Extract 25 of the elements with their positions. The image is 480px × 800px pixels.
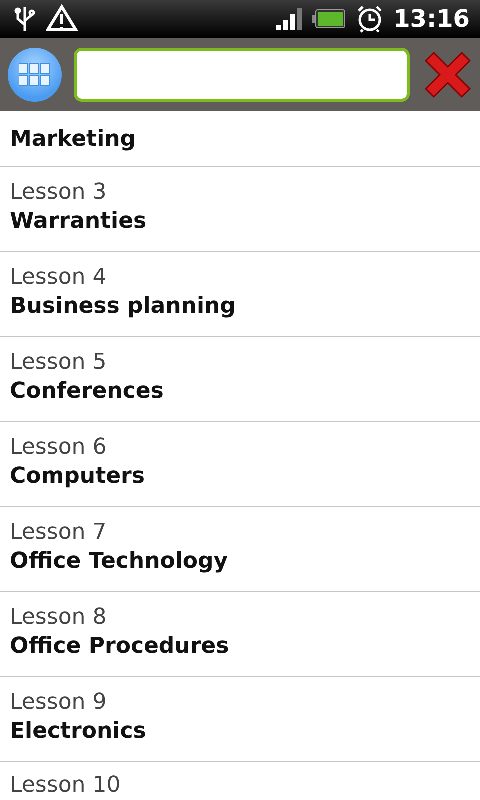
alarm-clock-icon — [356, 5, 384, 33]
lesson-title[interactable]: Electronics — [10, 717, 470, 747]
lesson-title[interactable]: Conferences — [10, 377, 470, 407]
grid-menu-button[interactable] — [8, 48, 62, 102]
lesson-number: Lesson 3 — [10, 179, 108, 207]
usb-icon — [14, 5, 36, 33]
lesson-title[interactable]: Office Procedures — [10, 632, 470, 662]
lesson-number: Lesson 6 — [10, 434, 108, 462]
lesson-title[interactable]: Office Technology — [10, 547, 470, 577]
battery-icon — [312, 9, 346, 29]
lesson-number: Lesson 7 — [10, 519, 108, 547]
clock-time: 13:16 — [394, 5, 470, 33]
lesson-number: Lesson 9 — [10, 689, 108, 717]
lesson-title[interactable]: Marketing — [10, 125, 470, 155]
signal-icon — [276, 8, 302, 30]
lesson-number: Lesson 10 — [10, 772, 122, 800]
lesson-title[interactable]: Warranties — [10, 207, 470, 237]
lesson-number: Lesson 8 — [10, 604, 108, 632]
warning-icon — [46, 4, 78, 34]
lesson-number: Lesson 4 — [10, 264, 108, 292]
lesson-number: Lesson 5 — [10, 349, 108, 377]
lesson-title[interactable]: Computers — [10, 462, 470, 492]
search-field[interactable] — [74, 48, 410, 102]
lesson-title[interactable]: Business planning — [10, 292, 470, 322]
grid-icon — [19, 62, 51, 86]
